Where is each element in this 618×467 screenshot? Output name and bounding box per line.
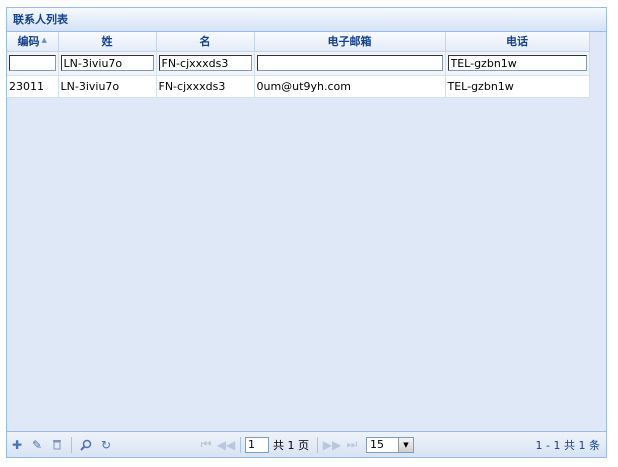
previous-page-icon[interactable]: ◀◀ [216, 435, 236, 455]
pencil-icon[interactable]: ✎ [27, 435, 47, 455]
trash-icon[interactable] [47, 435, 67, 455]
column-header-id[interactable]: 编码 ▲ [7, 32, 59, 52]
current-page-input[interactable] [245, 436, 269, 453]
sort-asc-icon: ▲ [41, 36, 47, 45]
grid-body: 编码▲ 姓 名 电子邮箱 电话 23011 LN-3iviu7o [7, 32, 606, 431]
panel-title: 联系人列表 [7, 8, 606, 32]
pager-toolbar: ✚ ✎ ↻ ⏮ ◀◀ 共 1 页 ▶▶ ⏭ 15 ▼ 1 - 1 共 1 条 [7, 431, 606, 457]
filter-last-name-input[interactable] [60, 55, 154, 71]
total-pages-label: 共 1 页 [273, 438, 309, 452]
record-summary: 1 - 1 共 1 条 [535, 438, 600, 452]
chevron-down-icon: ▼ [398, 437, 413, 452]
toolbar-separator [71, 436, 72, 453]
plus-icon[interactable]: ✚ [7, 435, 27, 455]
cell-id: 23011 [7, 75, 59, 98]
page-size-select[interactable]: 15 ▼ [366, 436, 414, 453]
filter-id-input[interactable] [9, 55, 56, 71]
refresh-icon[interactable]: ↻ [96, 435, 116, 455]
magnifier-icon[interactable] [76, 435, 96, 455]
toolbar-separator [317, 436, 318, 453]
filter-row [7, 51, 590, 76]
contact-list-panel: 联系人列表 编码 ▲ 姓 名 电子邮箱 电话 LN-3iviu7o FN-cjx… [6, 7, 607, 458]
column-header-first-name[interactable]: 名 [156, 32, 255, 52]
contact-grid: 编码▲ 姓 名 电子邮箱 电话 23011 LN-3iviu7o [7, 32, 590, 98]
cell-phone: TEL-gzbn1w [445, 75, 590, 98]
cell-last-name: LN-3iviu7o [58, 75, 157, 98]
filter-email-input[interactable] [256, 55, 443, 71]
filter-phone-input[interactable] [447, 55, 587, 71]
cell-email: 0um@ut9yh.com [254, 75, 446, 98]
table-row[interactable]: 23011 LN-3iviu7o FN-cjxxxds3 0um@ut9yh.c… [7, 75, 590, 98]
cell-first-name: FN-cjxxxds3 [156, 75, 255, 98]
last-page-icon[interactable]: ⏭ [342, 435, 362, 455]
column-header-phone[interactable]: 电话 [445, 32, 590, 52]
column-header-email[interactable]: 电子邮箱 [254, 32, 446, 52]
first-page-icon[interactable]: ⏮ [196, 435, 216, 455]
header-row: 编码 ▲ 姓 名 电子邮箱 电话 [7, 32, 590, 52]
filter-first-name-input[interactable] [158, 55, 252, 71]
next-page-icon[interactable]: ▶▶ [322, 435, 342, 455]
column-header-last-name[interactable]: 姓 [58, 32, 157, 52]
toolbar-separator [240, 436, 241, 453]
